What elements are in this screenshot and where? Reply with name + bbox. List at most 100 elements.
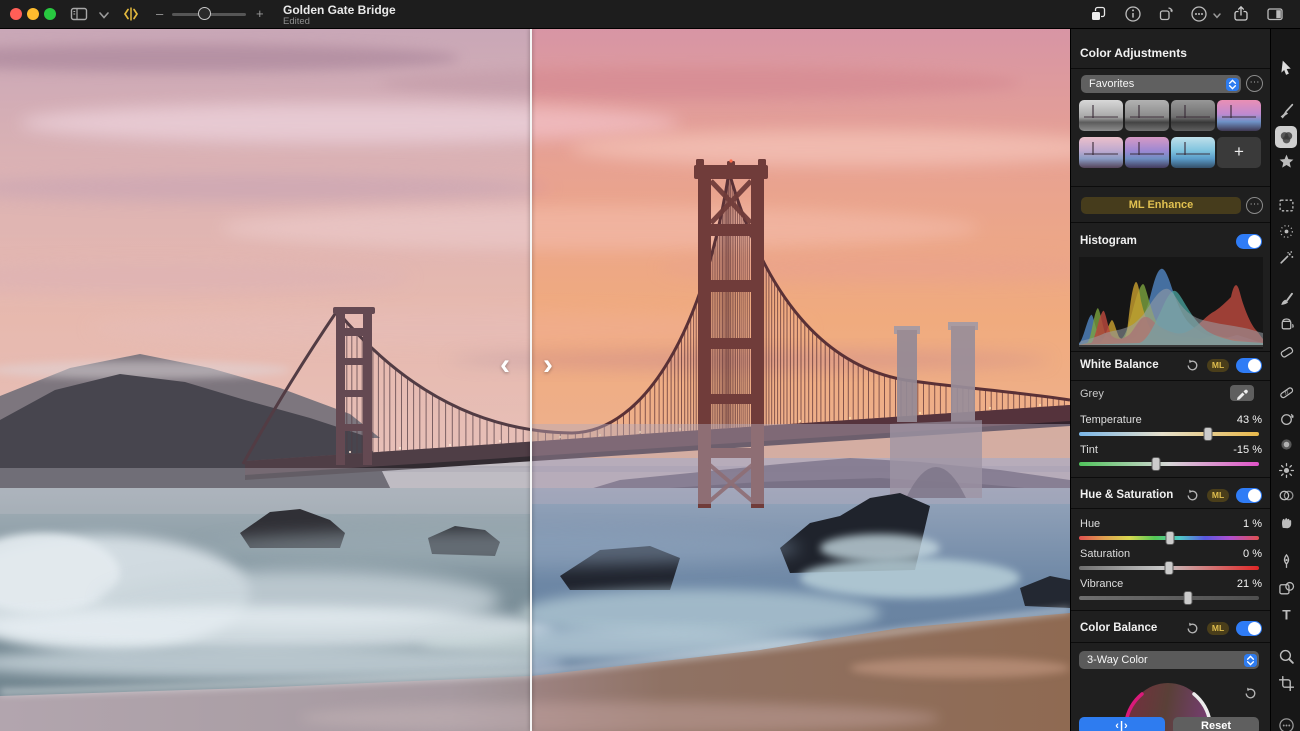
tint-label: Tint bbox=[1080, 444, 1098, 456]
preset-thumb-bw-dark[interactable] bbox=[1171, 100, 1215, 131]
photo-canvas[interactable]: ‹ › bbox=[0, 28, 1070, 731]
zoom-out-button[interactable]: – bbox=[156, 6, 163, 21]
color-adjustments-panel: Color Adjustments Favorites ⋯ + ML Enhan… bbox=[1070, 28, 1270, 731]
hue-slider-thumb[interactable] bbox=[1165, 531, 1174, 545]
tint-slider-thumb[interactable] bbox=[1151, 457, 1160, 471]
zoom-window-button[interactable] bbox=[44, 8, 56, 20]
minimize-window-button[interactable] bbox=[27, 8, 39, 20]
saturation-slider[interactable] bbox=[1079, 566, 1259, 570]
shapes-tool-icon[interactable] bbox=[1275, 577, 1297, 599]
info-icon[interactable] bbox=[1124, 5, 1142, 23]
white-balance-toggle[interactable] bbox=[1236, 358, 1262, 373]
pen-tool-icon[interactable] bbox=[1275, 550, 1297, 572]
favorites-select[interactable]: Favorites bbox=[1081, 75, 1241, 93]
hue-value: 1 % bbox=[1243, 518, 1262, 530]
sidebar-toggle-icon[interactable] bbox=[70, 5, 88, 23]
saturation-label: Saturation bbox=[1080, 548, 1130, 560]
text-tool-icon[interactable]: T bbox=[1275, 603, 1297, 625]
color-balance-mode-value: 3-Way Color bbox=[1087, 654, 1148, 666]
quick-select-tool-icon[interactable] bbox=[1275, 220, 1297, 242]
hue-slider[interactable] bbox=[1079, 536, 1259, 540]
preset-thumb-bw-medium[interactable] bbox=[1125, 100, 1169, 131]
hue-label: Hue bbox=[1080, 518, 1100, 530]
reset-adjustments-button[interactable]: Reset bbox=[1173, 717, 1259, 731]
preset-thumb-purple-dusk[interactable] bbox=[1125, 137, 1169, 168]
compare-mode-icon[interactable] bbox=[122, 5, 140, 23]
saturation-slider-thumb[interactable] bbox=[1165, 561, 1174, 575]
histogram-toggle[interactable] bbox=[1236, 234, 1262, 249]
grey-eyedropper-button[interactable] bbox=[1230, 385, 1254, 401]
select-stepper-icon[interactable] bbox=[1244, 654, 1257, 667]
share-icon[interactable] bbox=[1232, 5, 1250, 23]
effects-tool-icon[interactable] bbox=[1275, 150, 1297, 172]
temperature-slider[interactable] bbox=[1079, 432, 1259, 436]
color-balance-toggle[interactable] bbox=[1236, 621, 1262, 636]
add-preset-button[interactable]: + bbox=[1217, 137, 1261, 168]
color-adjustments-tool-icon[interactable] bbox=[1275, 126, 1297, 148]
grey-row: Grey bbox=[1080, 388, 1262, 400]
color-replace-tool-icon[interactable] bbox=[1275, 484, 1297, 506]
compare-divider[interactable] bbox=[530, 28, 532, 731]
crop-tool-icon[interactable] bbox=[1275, 672, 1297, 694]
vibrance-slider[interactable] bbox=[1079, 596, 1259, 600]
pointer-tool-icon[interactable] bbox=[1275, 56, 1297, 78]
blur-tool-icon[interactable] bbox=[1275, 433, 1297, 455]
zoom-tool-icon[interactable] bbox=[1275, 645, 1297, 667]
preset-thumb-vivid-pink[interactable] bbox=[1217, 100, 1261, 131]
grey-label: Grey bbox=[1080, 388, 1104, 400]
color-balance-ml-badge[interactable]: ML bbox=[1207, 622, 1229, 635]
pixelmator-window: – + Golden Gate Bridge Edited bbox=[0, 0, 1300, 731]
preset-thumb-cool-cyan[interactable] bbox=[1171, 137, 1215, 168]
preset-thumb-soft-pink[interactable] bbox=[1079, 137, 1123, 168]
color-balance-reset-icon[interactable] bbox=[1185, 621, 1200, 636]
fill-bucket-tool-icon[interactable] bbox=[1275, 312, 1297, 334]
hue-saturation-reset-icon[interactable] bbox=[1185, 488, 1200, 503]
hue-saturation-title: Hue & Saturation bbox=[1080, 489, 1185, 501]
zoom-slider-thumb[interactable] bbox=[198, 7, 211, 20]
ml-enhance-button[interactable]: ML Enhance bbox=[1081, 197, 1241, 214]
temperature-slider-thumb[interactable] bbox=[1203, 427, 1212, 441]
presets-more-icon[interactable]: ⋯ bbox=[1246, 75, 1263, 92]
tint-slider[interactable] bbox=[1079, 462, 1259, 466]
panel-toggle-icon[interactable] bbox=[1266, 5, 1284, 23]
sharpen-tool-icon[interactable] bbox=[1275, 459, 1297, 481]
more-tools-icon[interactable] bbox=[1275, 714, 1297, 731]
zoom-slider[interactable] bbox=[172, 13, 246, 16]
paint-tool-icon[interactable] bbox=[1275, 287, 1297, 309]
white-balance-ml-badge[interactable]: ML bbox=[1207, 359, 1229, 372]
vibrance-slider-thumb[interactable] bbox=[1183, 591, 1192, 605]
style-brush-tool-icon[interactable] bbox=[1275, 99, 1297, 121]
magic-wand-tool-icon[interactable] bbox=[1275, 246, 1297, 268]
temperature-label: Temperature bbox=[1080, 414, 1142, 426]
document-status: Edited bbox=[283, 16, 310, 27]
copy-adjustments-icon[interactable] bbox=[1089, 5, 1107, 23]
select-stepper-icon[interactable] bbox=[1226, 78, 1239, 91]
more-options-icon[interactable] bbox=[1190, 5, 1208, 23]
zoom-in-button[interactable]: + bbox=[256, 6, 264, 21]
close-window-button[interactable] bbox=[10, 8, 22, 20]
color-balance-title: Color Balance bbox=[1080, 622, 1185, 634]
vibrance-label: Vibrance bbox=[1080, 578, 1123, 590]
heal-tool-icon[interactable] bbox=[1275, 381, 1297, 403]
hue-saturation-toggle[interactable] bbox=[1236, 488, 1262, 503]
color-balance-mode-select[interactable]: 3-Way Color bbox=[1079, 651, 1259, 669]
white-balance-header: White Balance ML bbox=[1080, 357, 1262, 373]
eraser-tool-icon[interactable] bbox=[1275, 339, 1297, 361]
wheel-reset-icon[interactable] bbox=[1243, 686, 1258, 701]
histogram-row: Histogram bbox=[1080, 233, 1262, 249]
clone-stamp-tool-icon[interactable] bbox=[1275, 407, 1297, 429]
rotate-canvas-icon[interactable] bbox=[1157, 5, 1175, 23]
rect-select-tool-icon[interactable] bbox=[1275, 194, 1297, 216]
preset-thumb-bw-light[interactable] bbox=[1079, 100, 1123, 131]
document-title: Golden Gate Bridge bbox=[283, 3, 396, 17]
smudge-tool-icon[interactable] bbox=[1275, 510, 1297, 532]
hue-saturation-ml-badge[interactable]: ML bbox=[1207, 489, 1229, 502]
svg-text:T: T bbox=[1282, 606, 1291, 622]
white-balance-reset-icon[interactable] bbox=[1185, 358, 1200, 373]
ml-enhance-more-icon[interactable]: ⋯ bbox=[1246, 197, 1263, 214]
compare-right-arrow[interactable]: › bbox=[543, 350, 553, 380]
chevron-down-icon[interactable] bbox=[95, 8, 113, 26]
compare-button[interactable]: ‹|› bbox=[1079, 717, 1165, 731]
compare-left-arrow[interactable]: ‹ bbox=[500, 350, 510, 380]
more-options-chevron-icon[interactable] bbox=[1208, 9, 1226, 27]
